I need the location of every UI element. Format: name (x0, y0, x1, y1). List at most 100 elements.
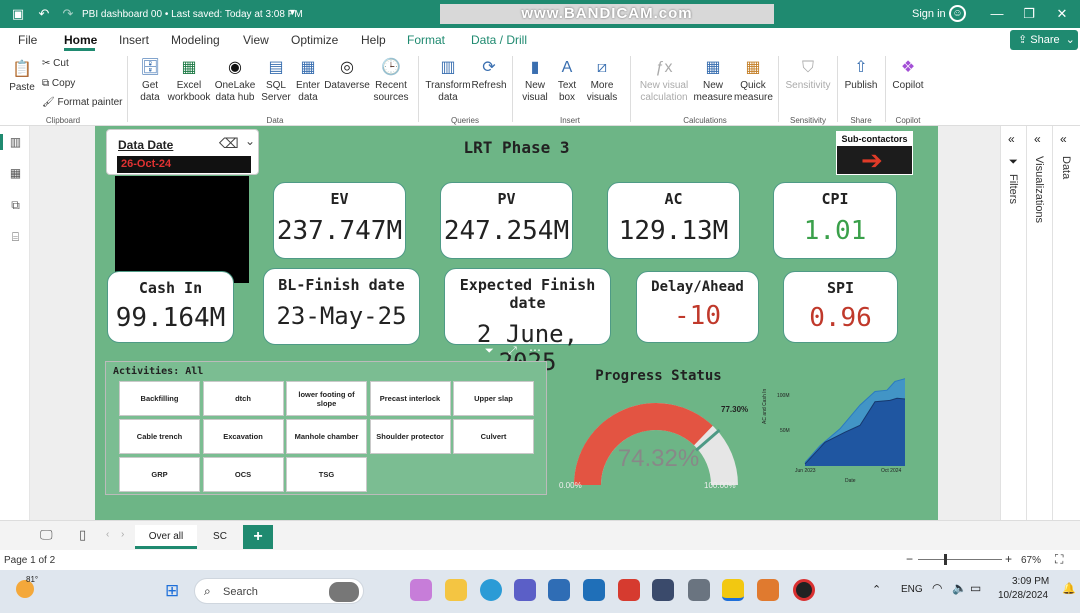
new-visual-calc-button[interactable]: ƒx New visual calculation (636, 58, 692, 104)
visualizations-pane[interactable]: « Visualizations (1026, 126, 1052, 546)
zoom-out-icon[interactable]: − (906, 552, 913, 566)
scroll-left-icon[interactable]: ‹ (106, 529, 109, 540)
collapse-icon[interactable]: « (1008, 132, 1015, 146)
tab-insert[interactable]: Insert (119, 33, 149, 47)
slicer-dropdown[interactable]: 26-Oct-24 (117, 156, 251, 173)
model-view-icon[interactable]: ⧉ (8, 198, 23, 213)
transform-data-button[interactable]: ▥ Transform data (425, 58, 471, 104)
scroll-right-icon[interactable]: › (121, 529, 124, 540)
data-date-slicer[interactable]: Data Date ⌫ ⌄ 26-Oct-24 (106, 129, 259, 175)
copy-button[interactable]: ⧉ Copy (42, 78, 75, 89)
paste-button[interactable]: 📋 Paste (8, 60, 36, 94)
wifi-icon[interactable]: ◠ (932, 581, 942, 595)
zoom-slider-track[interactable] (918, 559, 1002, 560)
restore-icon[interactable]: ❐ (1021, 6, 1037, 22)
page-tab-over-all[interactable]: Over all (135, 525, 197, 549)
tab-data-drill[interactable]: Data / Drill (471, 33, 527, 47)
data-pane[interactable]: « Data (1052, 126, 1080, 546)
enter-data-button[interactable]: ▦ Enter data (293, 58, 323, 104)
volume-icon[interactable]: 🔈 (952, 581, 967, 595)
activity-item[interactable]: GRP (119, 457, 200, 492)
activity-item[interactable]: Precast interlock (369, 381, 451, 416)
new-visual-button[interactable]: ▮ New visual (518, 58, 552, 104)
report-view-icon[interactable]: ▥ (8, 135, 23, 150)
document-title[interactable]: PBI dashboard 00 • Last saved: Today at … (82, 9, 303, 20)
cut-button[interactable]: ✂ Cut (42, 58, 69, 69)
collapse-icon[interactable]: « (1060, 132, 1067, 146)
notification-icon[interactable]: 🔔 (1062, 582, 1076, 595)
sql-server-button[interactable]: ▤ SQL Server (260, 58, 292, 104)
user-avatar-icon[interactable]: ☺ (949, 5, 966, 22)
sensitivity-button[interactable]: ⛉ Sensitivity (783, 58, 833, 92)
tab-optimize[interactable]: Optimize (291, 33, 338, 47)
tab-view[interactable]: View (243, 33, 269, 47)
taskbar-search[interactable]: ⌕ Search (194, 578, 364, 604)
undo-icon[interactable]: ↶ (36, 6, 52, 22)
store-icon[interactable] (652, 579, 674, 601)
onelake-button[interactable]: ◉ OneLake data hub (211, 58, 259, 104)
battery-icon[interactable]: ▭ (970, 581, 981, 595)
activity-item[interactable]: dtch (202, 381, 284, 416)
outlook-icon[interactable] (583, 579, 605, 601)
activity-item[interactable]: Excavation (202, 419, 284, 454)
chevron-down-icon[interactable]: ▼ (288, 7, 297, 17)
mobile-layout-icon[interactable]: ▯ (79, 527, 86, 543)
activity-item[interactable]: Cable trench (119, 419, 200, 454)
minimize-icon[interactable]: — (989, 6, 1005, 22)
copilot-taskbar-icon[interactable] (410, 579, 432, 601)
snipping-tool-icon[interactable] (757, 579, 779, 601)
edge-icon[interactable] (480, 579, 502, 601)
dataverse-button[interactable]: ◎ Dataverse (324, 58, 370, 92)
file-explorer-icon[interactable] (445, 579, 467, 601)
share-button[interactable]: ⇪ Share ⌄ (1010, 30, 1078, 50)
windows-start-icon[interactable]: ⊞ (165, 581, 179, 601)
signin-link[interactable]: Sign in (912, 8, 946, 20)
tab-help[interactable]: Help (361, 33, 386, 47)
zoom-in-icon[interactable]: + (1005, 552, 1012, 566)
tab-modeling[interactable]: Modeling (171, 33, 220, 47)
desktop-layout-icon[interactable]: 🖵 (40, 527, 53, 543)
add-page-button[interactable]: + (243, 525, 273, 549)
more-visuals-button[interactable]: ⧄ More visuals (582, 58, 622, 104)
clock-date[interactable]: 10/28/2024 (998, 590, 1048, 601)
tab-file[interactable]: File (18, 33, 37, 47)
page-tab-sc[interactable]: SC (200, 525, 240, 549)
activity-item[interactable]: Backfilling (119, 381, 200, 416)
format-painter-button[interactable]: 🖌 Format painter (42, 97, 123, 108)
activity-item[interactable]: lower footing of slope (286, 381, 367, 416)
teams-icon[interactable] (514, 579, 536, 601)
language-indicator[interactable]: ENG (901, 584, 923, 595)
eraser-icon[interactable]: ⌫ (219, 135, 239, 152)
filter-icon[interactable]: ⏷ (485, 345, 494, 358)
text-box-button[interactable]: A Text box (552, 58, 582, 104)
get-data-button[interactable]: 🗄 Get data (133, 58, 167, 104)
table-view-icon[interactable]: ▦ (8, 166, 23, 181)
activity-item[interactable]: TSG (286, 457, 367, 492)
activity-item[interactable]: Shoulder protector (369, 419, 451, 454)
zoom-slider-thumb[interactable] (944, 554, 947, 565)
activity-item[interactable]: Manhole chamber (286, 419, 367, 454)
collapse-icon[interactable]: « (1034, 132, 1041, 146)
powerbi-app-icon[interactable] (722, 579, 744, 601)
quick-measure-button[interactable]: ▦ Quick measure (734, 58, 773, 104)
filters-pane[interactable]: « ⏷ Filters (1000, 126, 1026, 546)
word-icon[interactable] (548, 579, 570, 601)
save-icon[interactable]: ▣ (10, 6, 26, 22)
copilot-button[interactable]: ❖ Copilot (889, 58, 927, 92)
activity-item[interactable]: OCS (202, 457, 284, 492)
close-icon[interactable]: ✕ (1054, 6, 1070, 22)
recent-sources-button[interactable]: 🕒 Recent sources (370, 58, 412, 104)
excel-workbook-button[interactable]: ▦ Excel workbook (167, 58, 211, 104)
publish-button[interactable]: ⇧ Publish (842, 58, 880, 92)
more-options-icon[interactable]: ⋯ (529, 343, 541, 357)
office-icon[interactable] (618, 579, 640, 601)
focus-mode-icon[interactable]: ⤢ (508, 345, 517, 358)
dax-query-icon[interactable]: ⌸ (8, 230, 23, 245)
tab-home[interactable]: Home (64, 33, 97, 47)
tab-format[interactable]: Format (407, 33, 445, 47)
chevron-down-icon[interactable]: ⌄ (245, 134, 255, 148)
subcontractors-button[interactable]: Sub-contactors ➔ (836, 131, 913, 175)
activity-item[interactable]: Upper slap (453, 381, 534, 416)
calculator-app-icon[interactable] (688, 579, 710, 601)
activity-item[interactable]: Culvert (453, 419, 534, 454)
